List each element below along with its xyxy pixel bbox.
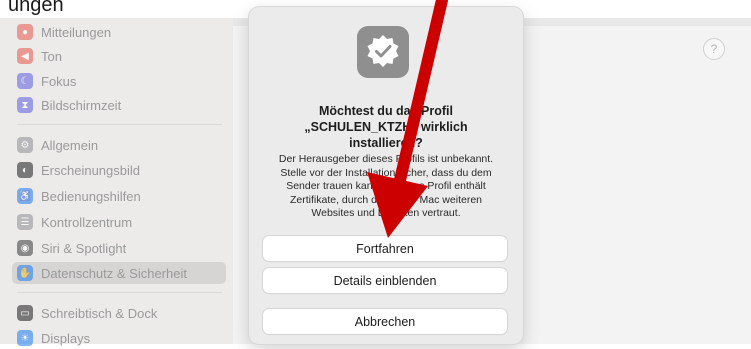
sidebar-item-schreibtisch-dock[interactable]: ▭ Schreibtisch & Dock (17, 302, 227, 324)
control-center-icon: ☰ (17, 214, 33, 230)
sidebar-item-label: Erscheinungsbild (41, 162, 141, 178)
bell-icon: ● (17, 24, 33, 40)
continue-button[interactable]: Fortfahren (263, 236, 507, 261)
dialog-title: Möchtest du das Profil „SCHULEN_KTZH“ wi… (259, 103, 513, 151)
dialog-title-line: „SCHULEN_KTZH“ wirklich (304, 120, 468, 134)
accessibility-icon: ♿ (17, 188, 33, 204)
profile-install-dialog: Möchtest du das Profil „SCHULEN_KTZH“ wi… (249, 7, 523, 344)
sidebar-item-bildschirmzeit[interactable]: ⧗ Bildschirmzeit (17, 94, 227, 116)
sidebar-item-allgemein[interactable]: ⚙ Allgemein (17, 134, 227, 156)
sidebar-item-siri-spotlight[interactable]: ◉ Siri & Spotlight (17, 237, 227, 259)
moon-icon: ☾ (17, 73, 33, 89)
sidebar-item-kontrollzentrum[interactable]: ☰ Kontrollzentrum (17, 211, 227, 233)
sidebar-item-displays[interactable]: ☀ Displays (17, 327, 227, 349)
sidebar-item-fokus[interactable]: ☾ Fokus (17, 70, 227, 92)
sidebar-item-bedienungshilfen[interactable]: ♿ Bedienungshilfen (17, 185, 227, 207)
caption-text: ungen (8, 0, 64, 16)
dialog-message-line: Stelle vor der Installation sicher, dass… (280, 166, 492, 179)
sidebar-item-label: Allgemein (41, 137, 99, 153)
dialog-title-line: Möchtest du das Profil (318, 104, 454, 118)
dialog-message: Der Herausgeber dieses Profils ist unbek… (263, 153, 509, 221)
siri-icon: ◉ (17, 240, 33, 256)
sidebar-item-erscheinungsbild[interactable]: ◐ Erscheinungsbild (17, 159, 227, 181)
sidebar-item-label: Mitteilungen (41, 24, 112, 40)
sidebar-item-label: Bildschirmzeit (41, 97, 122, 113)
dialog-title-line: installieren? (349, 136, 423, 150)
dock-icon: ▭ (17, 305, 33, 321)
sidebar: ● Mitteilungen ◀ Ton ☾ Fokus ⧗ Bildschir… (0, 18, 233, 346)
dialog-message-line: Websites und Diensten vertraut. (311, 207, 461, 219)
sidebar-item-label: Bedienungshilfen (41, 188, 141, 204)
sidebar-item-label: Ton (41, 48, 62, 64)
speaker-icon: ◀ (17, 48, 33, 64)
gear-icon: ⚙ (17, 137, 33, 153)
verified-badge-icon (357, 26, 409, 78)
sidebar-divider (17, 124, 222, 125)
sidebar-divider (17, 292, 222, 293)
sidebar-item-datenschutz-sicherheit[interactable]: ✋ Datenschutz & Sicherheit (12, 262, 226, 284)
dialog-message-line: Der Herausgeber dieses Profils ist unbek… (278, 153, 494, 165)
hand-icon: ✋ (17, 265, 33, 281)
help-button[interactable]: ? (703, 38, 725, 60)
sidebar-item-mitteilungen[interactable]: ● Mitteilungen (17, 21, 227, 43)
cancel-button[interactable]: Abbrechen (263, 309, 507, 334)
sidebar-item-label: Datenschutz & Sicherheit (41, 265, 187, 281)
sidebar-item-label: Fokus (41, 73, 77, 89)
show-details-button[interactable]: Details einblenden (263, 268, 507, 293)
dialog-message-line: Sender trauen kannst. Dieses Profil enth… (286, 180, 486, 192)
sidebar-item-label: Schreibtisch & Dock (41, 305, 158, 321)
sidebar-item-label: Siri & Spotlight (41, 240, 127, 256)
sidebar-item-label: Displays (41, 330, 91, 346)
sidebar-item-label: Kontrollzentrum (41, 214, 133, 230)
dialog-message-line: Zertifikate, durch die dieser Mac weiter… (290, 193, 482, 206)
appearance-icon: ◐ (17, 162, 33, 178)
sidebar-item-ton[interactable]: ◀ Ton (17, 45, 227, 67)
hourglass-icon: ⧗ (17, 97, 33, 113)
